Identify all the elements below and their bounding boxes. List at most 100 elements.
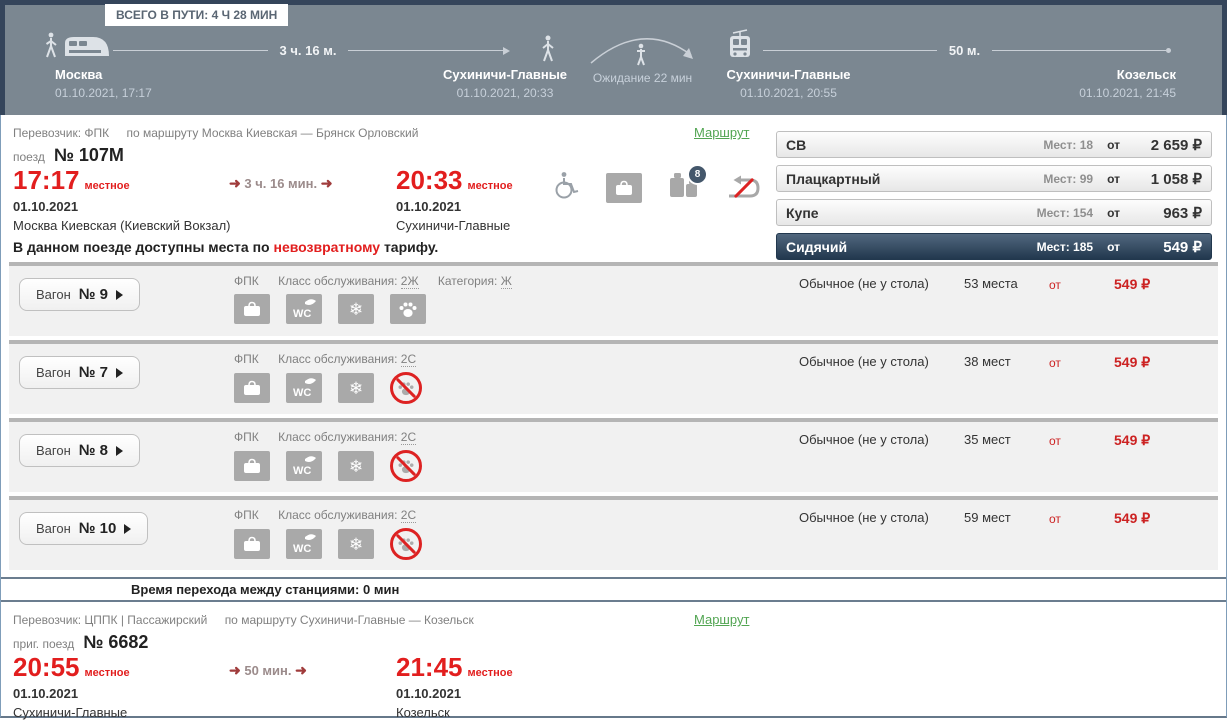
walk-and-train-icon [45,32,111,59]
wc-icon: WC [286,373,322,403]
train2-departure: 20:55 местное 01.10.2021 Сухиничи-Главны… [13,654,130,720]
stop-datetime: 01.10.2021, 17:17 [55,86,152,100]
walking-person-icon [541,35,555,68]
from-label: от [1049,356,1061,370]
wagon-row-7: Вагон № 7 ФПК Класс обслуживания: 2С WC … [9,340,1218,414]
seat-count: 38 мест [964,354,1011,369]
service-class-term[interactable]: 2С [401,352,416,367]
wagon-row-8: Вагон № 8 ФПК Класс обслуживания: 2С WC … [9,418,1218,492]
train-number-value: № 6682 [83,632,148,653]
air-conditioning-icon: ❄ [338,373,374,403]
wagon-row-9: Вагон № 9 ФПК Класс обслуживания: 2Ж Кат… [9,262,1218,336]
train2-route-link[interactable]: Маршрут [694,612,749,627]
train2-arrival: 21:45 местное 01.10.2021 Козельск [396,654,513,720]
air-conditioning-icon: ❄ [338,294,374,324]
wagon-7-info-line: ФПК Класс обслуживания: 2С [234,352,416,366]
hand-luggage-icon [234,529,270,559]
stop-name: Москва [55,67,152,82]
hand-luggage-icon [234,294,270,324]
fare-from-label: от [1107,172,1120,186]
departure-tz: местное [85,180,130,192]
expand-arrow-icon [116,368,123,378]
fare-price: 963 ₽ [1132,204,1202,222]
svg-text:WC: WC [293,465,311,477]
fare-row-sv[interactable]: СВ Мест: 18 от 2 659 ₽ [776,131,1212,158]
arrival-station: Козельск [396,705,513,720]
fare-seats: Мест: 18 [1043,138,1093,152]
arrival-tz: местное [468,180,513,192]
leg1-timeline: 3 ч. 16 м. [113,43,510,58]
expand-arrow-icon [116,290,123,300]
arrival-time: 21:45 [396,654,463,680]
wagon-price: 549 ₽ [1114,354,1150,371]
trip-details-page: ВСЕГО В ПУТИ: 4 Ч 28 МИН 3 ч. 16 м. Ожид… [0,0,1227,724]
service-class-term[interactable]: 2С [401,508,416,523]
stop-name: Козельск [1016,67,1176,82]
fare-seats: Мест: 154 [1037,206,1093,220]
hand-luggage-icon [234,373,270,403]
svg-text:WC: WC [293,308,311,320]
wagon-10-icons: WC ❄ [234,528,422,560]
note-highlight: невозвратному [273,239,380,255]
stop-datetime: 01.10.2021, 21:45 [1016,86,1176,100]
wc-icon: WC [286,294,322,324]
departure-station: Сухиничи-Главные [13,705,130,720]
arrival-date: 01.10.2021 [396,686,513,701]
train-number-value: № 107М [54,145,124,166]
leg1-arrowhead-icon [503,47,510,55]
seat-type-label: Обычное (не у стола) [799,354,929,369]
wagon-8-button[interactable]: Вагон № 8 [19,434,140,467]
departure-tz: местное [85,667,130,679]
category-term[interactable]: Ж [501,274,512,289]
wagon-10-button[interactable]: Вагон № 10 [19,512,148,545]
service-class-term[interactable]: 2С [401,430,416,445]
trip-content: Перевозчик: ФПК по маршруту Москва Киевс… [0,115,1227,718]
wagon-price: 549 ₽ [1114,432,1150,449]
wagon-7-icons: WC ❄ [234,372,422,404]
suburban-train-icon [725,29,755,66]
transfer-time-note: Время перехода между станциями: 0 мин [1,577,1226,602]
carrier-route: по маршруту Сухиничи-Главные — Козельск [225,613,474,627]
stop-datetime: 01.10.2021, 20:55 [711,86,866,100]
wagon-10-info-line: ФПК Класс обслуживания: 2С [234,508,416,522]
wagon-row-10: Вагон № 10 ФПК Класс обслуживания: 2С WC… [9,496,1218,570]
fare-row-sitting-selected[interactable]: Сидячий Мест: 185 от 549 ₽ [776,233,1212,260]
seat-count: 35 мест [964,432,1011,447]
wagon-9-button[interactable]: Вагон № 9 [19,278,140,311]
train2-duration: ➜ 50 мин. ➜ [229,662,307,679]
from-label: от [1049,434,1061,448]
wagon-8-icons: WC ❄ [234,450,422,482]
fare-from-label: от [1107,206,1120,220]
fare-seats: Мест: 185 [1037,240,1093,254]
non-refundable-icon [726,174,762,202]
wagon-8-info-line: ФПК Класс обслуживания: 2С [234,430,416,444]
wagon-7-button[interactable]: Вагон № 7 [19,356,140,389]
wagon-9-icons: WC ❄ [234,294,426,324]
seat-type-label: Обычное (не у стола) [799,432,929,447]
departure-time: 20:55 [13,654,80,680]
no-pets-icon [390,372,422,404]
stop-sukhinichi-departure: Сухиничи-Главные 01.10.2021, 20:55 [711,67,866,100]
fare-from-label: от [1107,138,1120,152]
carrier-name: Перевозчик: ЦППК | Пассажирский [13,613,207,627]
train1-amenities: 8 [554,171,762,204]
fare-row-kupe[interactable]: Купе Мест: 154 от 963 ₽ [776,199,1212,226]
fare-class-panel: СВ Мест: 18 от 2 659 ₽ Плацкартный Мест:… [776,131,1212,267]
fare-name: Плацкартный [786,171,1043,187]
fare-price: 549 ₽ [1132,238,1202,256]
fare-row-platzkart[interactable]: Плацкартный Мест: 99 от 1 058 ₽ [776,165,1212,192]
train1-route-link[interactable]: Маршрут [694,125,749,140]
departure-time: 17:17 [13,167,80,193]
no-pets-icon [390,528,422,560]
service-class-term[interactable]: 2Ж [401,274,419,289]
hand-luggage-icon [606,173,642,203]
svg-text:WC: WC [293,387,311,399]
train2-section: Перевозчик: ЦППК | Пассажирский по маршр… [1,602,1226,722]
departure-station: Москва Киевская (Киевский Вокзал) [13,218,231,233]
fare-name: Купе [786,205,1037,221]
stop-kozelsk: Козельск 01.10.2021, 21:45 [1016,67,1176,100]
from-label: от [1049,512,1061,526]
pets-allowed-icon [390,294,426,324]
stop-name: Сухиничи-Главные [711,67,866,82]
no-pets-icon [390,450,422,482]
